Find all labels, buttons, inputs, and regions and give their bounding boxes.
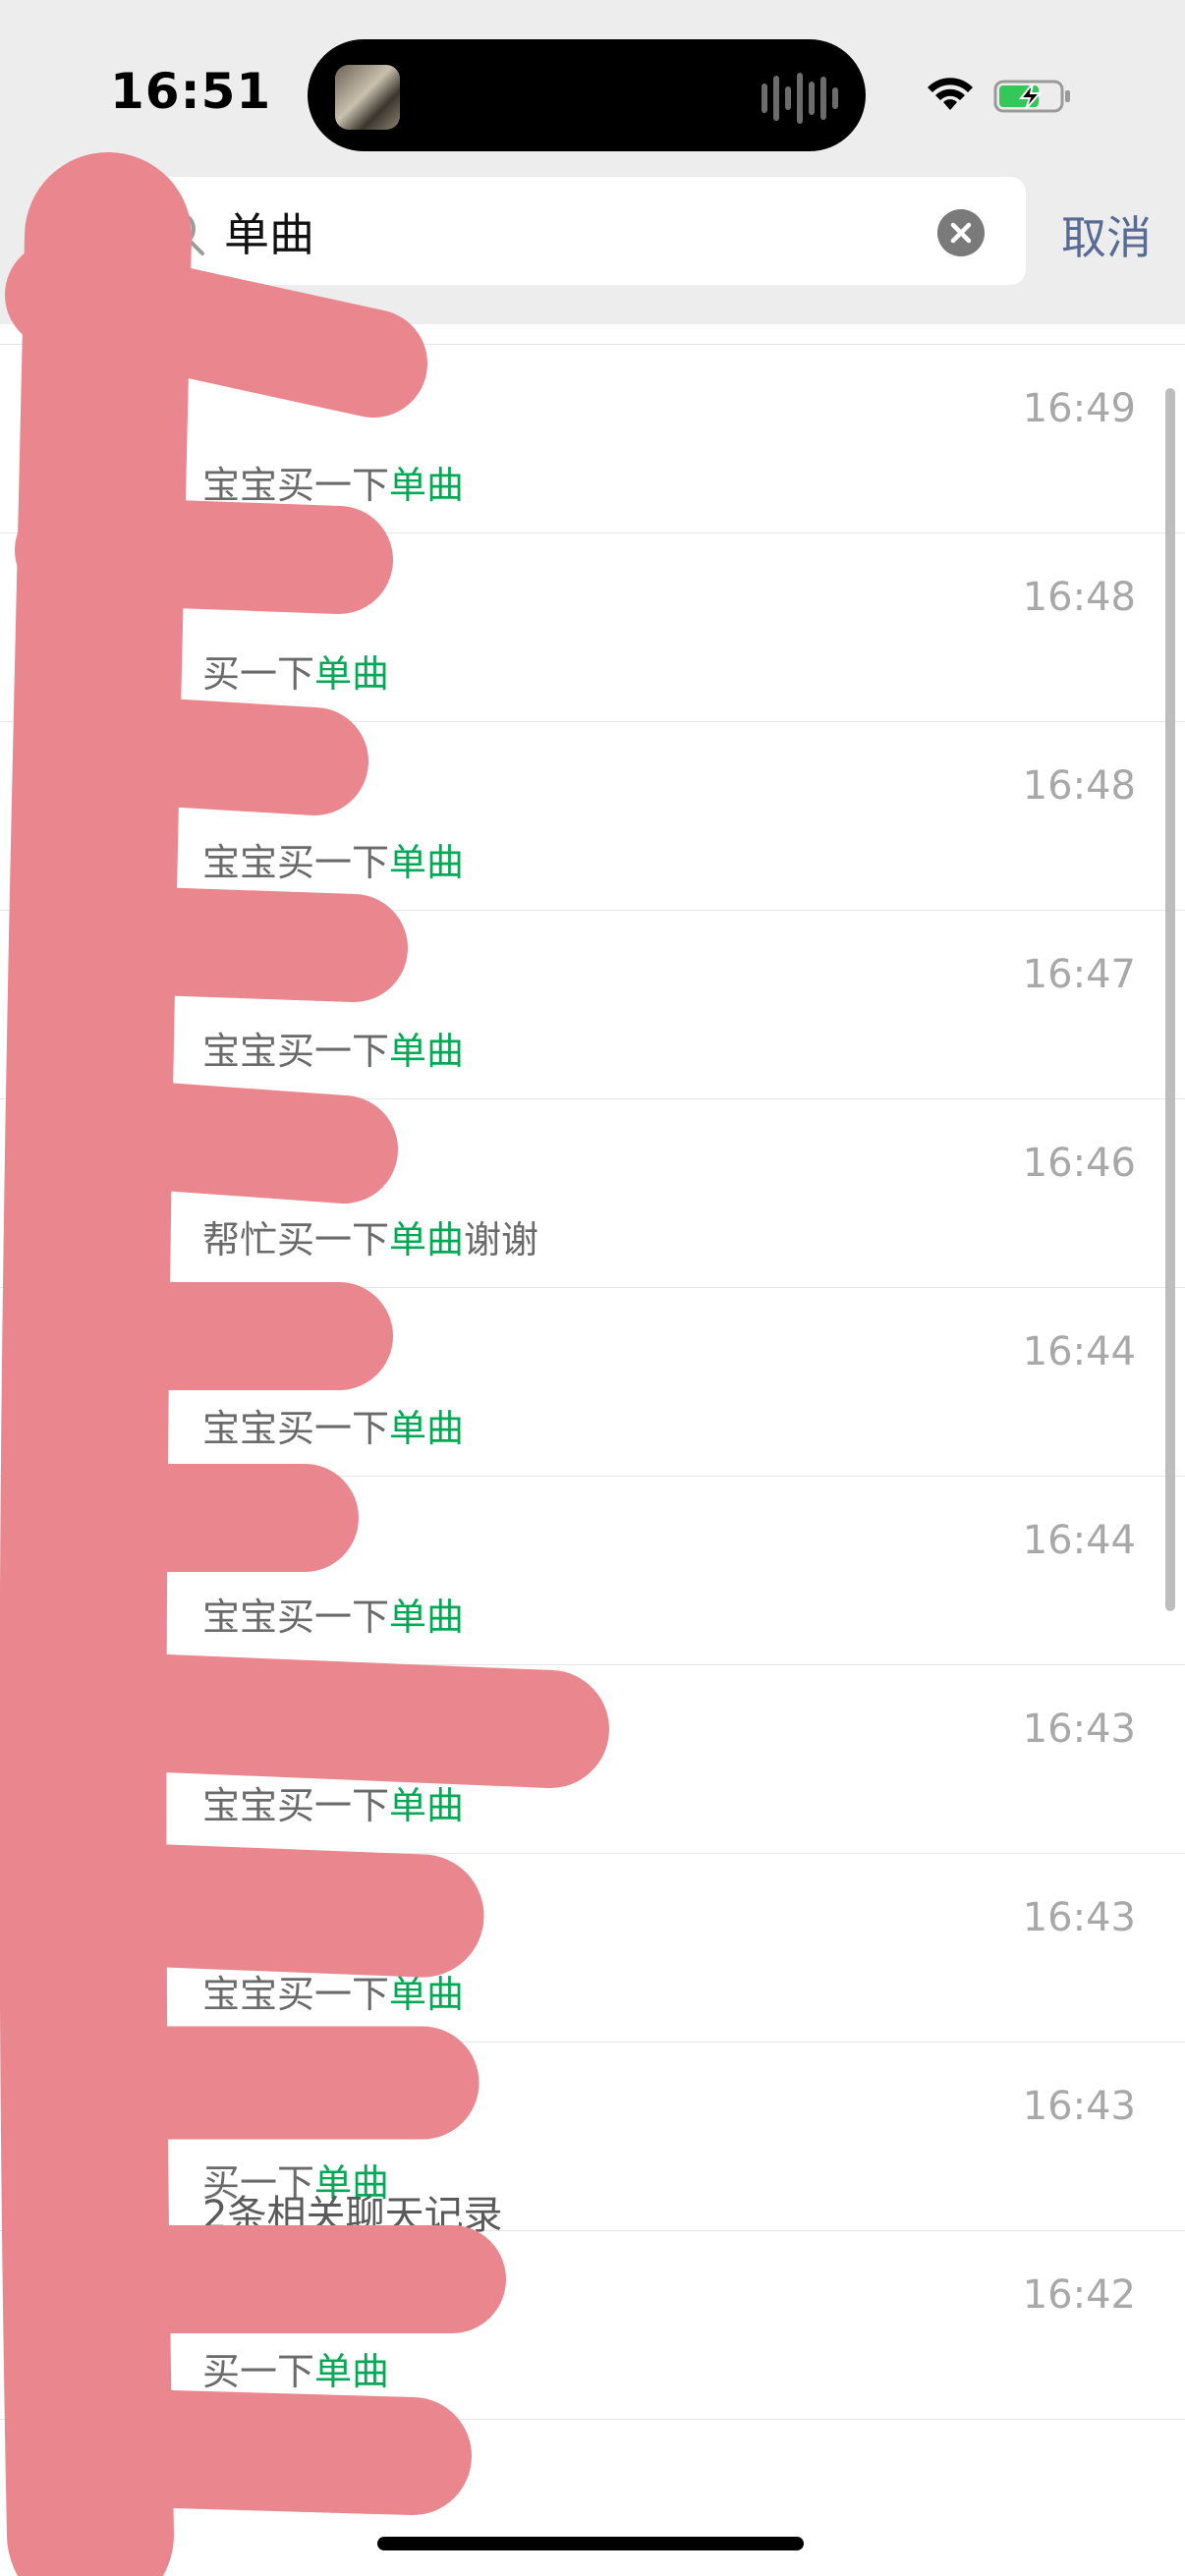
list-item[interactable]: 16:48 买一下单曲 xyxy=(0,533,1185,722)
list-item[interactable]: 16:49 宝宝买一下单曲 xyxy=(0,345,1185,533)
result-message: 宝宝买一下单曲 xyxy=(202,1596,465,1639)
result-message: 宝宝买一下单曲 xyxy=(202,1407,465,1450)
result-time: 16:46 xyxy=(1022,1141,1136,1186)
result-time: 16:43 xyxy=(1022,1895,1136,1940)
result-time: 16:44 xyxy=(1022,1329,1136,1374)
status-bar: 16:51 xyxy=(0,0,1185,167)
chat-avatar xyxy=(45,2179,88,2222)
keyword-highlight: 单曲 xyxy=(389,1973,465,2016)
result-message: 宝宝买一下单曲 xyxy=(202,464,465,507)
result-message: 宝宝买一下单曲 xyxy=(202,1784,465,1827)
result-message: 宝宝买一下单曲 xyxy=(202,1973,465,2016)
audio-wave-icon xyxy=(762,73,838,124)
list-item[interactable]: 16:43 宝宝买一下单曲 xyxy=(0,1854,1185,2043)
home-indicator[interactable] xyxy=(377,2537,804,2550)
keyword-highlight: 单曲 xyxy=(389,1030,465,1073)
result-time: 16:43 xyxy=(1022,2084,1136,2129)
list-item[interactable]: 16:44 宝宝买一下单曲 xyxy=(0,1288,1185,1477)
list-item[interactable]: 16:48 宝宝买一下单曲 xyxy=(0,722,1185,911)
keyword-highlight: 单曲 xyxy=(389,1218,465,1261)
result-time: 16:42 xyxy=(1022,2272,1136,2318)
keyword-highlight: 单曲 xyxy=(389,1596,465,1639)
dynamic-island[interactable] xyxy=(308,39,866,151)
back-arrow-icon[interactable] xyxy=(49,204,88,267)
search-box[interactable] xyxy=(120,177,1026,285)
list-item[interactable]: 16:46 帮忙买一下单曲谢谢 xyxy=(0,1099,1185,1288)
result-message: 宝宝买一下单曲 xyxy=(202,841,465,884)
result-message: 买一下单曲 xyxy=(202,2350,390,2393)
keyword-highlight: 单曲 xyxy=(389,1784,465,1827)
keyword-highlight: 单曲 xyxy=(314,652,390,696)
keyword-highlight: 单曲 xyxy=(314,2350,390,2393)
related-records-link[interactable]: 2条相关聊天记录 xyxy=(202,2183,502,2240)
keyword-highlight: 单曲 xyxy=(389,1407,465,1450)
scrollbar[interactable] xyxy=(1165,388,1175,1611)
keyword-highlight: 单曲 xyxy=(389,464,465,507)
list-item[interactable]: 16:47 宝宝买一下单曲 xyxy=(0,911,1185,1099)
result-message: 帮忙买一下单曲谢谢 xyxy=(202,1218,539,1261)
battery-charging-icon xyxy=(993,80,1070,113)
result-time: 16:49 xyxy=(1022,386,1136,431)
list-item[interactable]: 16:44 宝宝买一下单曲 xyxy=(0,1477,1185,1665)
list-item[interactable]: 16:43 买一下单曲 xyxy=(0,2043,1185,2231)
album-art-icon xyxy=(335,65,400,130)
wifi-icon xyxy=(928,78,973,110)
result-time: 16:48 xyxy=(1022,763,1136,809)
search-input[interactable] xyxy=(224,200,912,263)
cancel-button[interactable]: 取消 xyxy=(1061,202,1152,267)
list-item[interactable]: 16:43 宝宝买一下单曲 xyxy=(0,1665,1185,1854)
search-results-list: 16:49 宝宝买一下单曲 16:48 买一下单曲 16:48 宝宝买一下单曲 … xyxy=(0,344,1185,2576)
result-time: 16:44 xyxy=(1022,1518,1136,1563)
search-icon xyxy=(160,211,204,255)
result-message: 宝宝买一下单曲 xyxy=(202,1030,465,1073)
keyword-highlight: 单曲 xyxy=(389,841,465,884)
list-item[interactable]: 16:42 买一下单曲 xyxy=(0,2231,1185,2420)
result-time: 16:47 xyxy=(1022,952,1136,997)
search-header: 取消 xyxy=(0,167,1185,324)
result-message: 买一下单曲 xyxy=(202,652,390,696)
clear-icon[interactable] xyxy=(937,209,985,256)
result-time: 16:48 xyxy=(1022,575,1136,620)
status-time: 16:51 xyxy=(110,63,272,120)
result-time: 16:43 xyxy=(1022,1707,1136,1752)
